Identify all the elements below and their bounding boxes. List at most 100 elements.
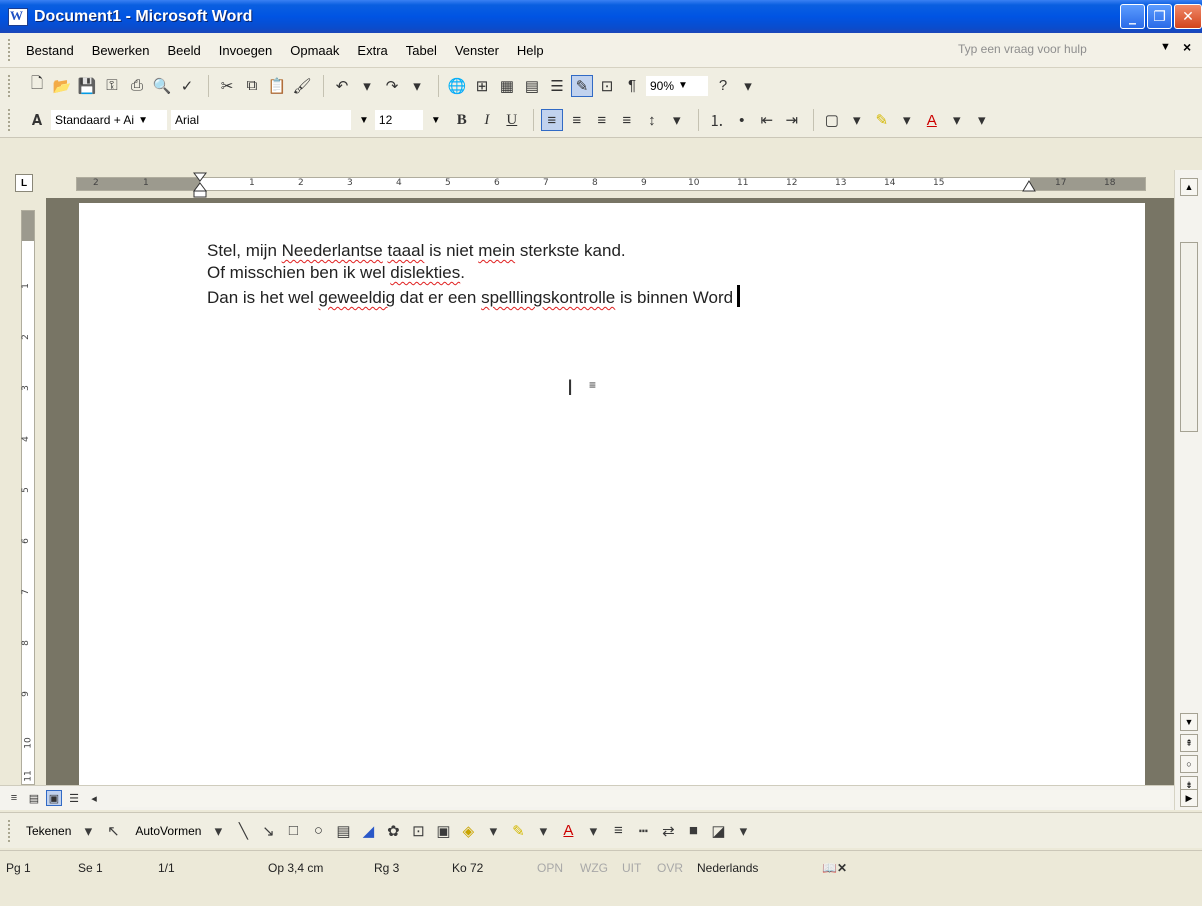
vertical-ruler[interactable]: 1 2 3 4 5 6 7 8 9 10 11	[21, 210, 35, 785]
align-right-icon[interactable]: ≡	[591, 109, 613, 131]
hyperlink-icon[interactable]: 🌐	[446, 75, 468, 97]
chevron-down-icon[interactable]: ▼	[359, 115, 369, 126]
font-combo[interactable]: Arial	[171, 110, 351, 130]
spelling-error[interactable]: geweeldig	[319, 288, 396, 307]
toolbar-options-icon[interactable]: ▾	[732, 820, 754, 842]
minimize-button[interactable]: _	[1120, 4, 1145, 29]
indent-marker-icon[interactable]	[193, 172, 207, 198]
drawing-toggle-icon[interactable]: ✎	[571, 74, 593, 97]
styles-pane-icon[interactable]: 𝐀	[26, 109, 48, 131]
border-icon[interactable]: ▢	[821, 109, 843, 131]
toolbar-grip[interactable]	[8, 109, 12, 131]
bullets-icon[interactable]: •	[731, 109, 753, 131]
fill-color-icon[interactable]: ◈	[457, 820, 479, 842]
tab-selector-button[interactable]: L	[15, 174, 33, 192]
status-language[interactable]: Nederlands	[697, 861, 758, 875]
line-spacing-dropdown-icon[interactable]: ▾	[666, 109, 688, 131]
diagram-icon[interactable]: ✿	[382, 820, 404, 842]
format-painter-icon[interactable]: 🖌	[291, 75, 313, 97]
align-left-icon[interactable]: ≡	[540, 109, 563, 131]
menu-bewerken[interactable]: Bewerken	[92, 43, 150, 58]
chevron-down-icon[interactable]: ▼	[138, 115, 148, 126]
previous-page-icon[interactable]: ⇞	[1180, 734, 1198, 752]
chevron-down-icon[interactable]: ▼	[431, 115, 441, 126]
font-color-icon[interactable]: A	[557, 820, 579, 842]
undo-icon[interactable]: ↶	[331, 75, 353, 97]
insert-table-icon[interactable]: ▦	[496, 75, 518, 97]
font-size-combo[interactable]: 12	[374, 110, 423, 130]
fill-color-dropdown-icon[interactable]: ▾	[482, 820, 504, 842]
draw-menu-button[interactable]: Tekenen	[26, 824, 71, 838]
permission-icon[interactable]: ⚿	[101, 75, 123, 97]
scroll-right-icon[interactable]: ▶	[1180, 789, 1198, 807]
document-page[interactable]: Stel, mijn Neederlantse taaal is niet me…	[79, 203, 1145, 785]
oval-icon[interactable]: ○	[307, 820, 329, 842]
undo-dropdown-icon[interactable]: ▾	[356, 75, 378, 97]
shadow-style-icon[interactable]: ■	[682, 820, 704, 842]
autoshapes-button[interactable]: AutoVormen	[135, 824, 201, 838]
menu-help[interactable]: Help	[517, 43, 544, 58]
menu-venster[interactable]: Venster	[455, 43, 499, 58]
print-layout-icon[interactable]: ▣	[46, 790, 62, 806]
draw-menu-dropdown-icon[interactable]: ▾	[77, 820, 99, 842]
font-color-icon[interactable]: A	[921, 109, 943, 131]
horizontal-ruler[interactable]: 2 1 1 2 3 4 5 6 7 8 9 10 11 12 13 14 15 …	[76, 172, 1146, 198]
scroll-down-icon[interactable]: ▼	[1180, 713, 1198, 731]
right-indent-marker-icon[interactable]	[1022, 180, 1036, 192]
spelling-error[interactable]: mein	[478, 241, 515, 260]
insert-excel-icon[interactable]: ▤	[521, 75, 543, 97]
spelling-error[interactable]: spelllingskontrolle	[481, 288, 615, 307]
spelling-status-icon[interactable]: 📖✕	[822, 861, 847, 875]
select-objects-icon[interactable]: ↖	[102, 820, 124, 842]
columns-icon[interactable]: ☰	[546, 75, 568, 97]
picture-icon[interactable]: ▣	[432, 820, 454, 842]
help-icon[interactable]: ?	[712, 75, 734, 97]
zoom-combo[interactable]: 90% ▼	[646, 75, 708, 96]
highlight-icon[interactable]: ✎	[871, 109, 893, 131]
line-color-icon[interactable]: ✎	[507, 820, 529, 842]
toolbar-options-icon[interactable]: ▾	[971, 109, 993, 131]
show-hide-icon[interactable]: ¶	[621, 75, 643, 97]
menu-extra[interactable]: Extra	[357, 43, 387, 58]
textbox-icon[interactable]: ▤	[332, 820, 354, 842]
line-style-icon[interactable]: ≡	[607, 820, 629, 842]
status-track-changes[interactable]: WZG	[580, 861, 608, 875]
document-line-3[interactable]: Dan is het wel geweeldig dat er een spel…	[207, 285, 741, 308]
document-line-1[interactable]: Stel, mijn Neederlantse taaal is niet me…	[207, 241, 626, 261]
italic-icon[interactable]: I	[476, 109, 498, 131]
print-preview-icon[interactable]: 🔍	[151, 75, 173, 97]
arrow-icon[interactable]: ↘	[257, 820, 279, 842]
vertical-scrollbar[interactable]: ▲ ▼ ⇞ ○ ⇟ ▶	[1174, 170, 1202, 810]
menu-tabel[interactable]: Tabel	[406, 43, 437, 58]
toolbar-grip[interactable]	[8, 819, 12, 842]
paste-icon[interactable]: 📋	[266, 75, 288, 97]
border-dropdown-icon[interactable]: ▾	[846, 109, 868, 131]
scroll-up-icon[interactable]: ▲	[1180, 178, 1198, 196]
help-search-input[interactable]: Typ een vraag voor hulp	[958, 39, 1148, 59]
autoshapes-dropdown-icon[interactable]: ▾	[207, 820, 229, 842]
spelling-error[interactable]: dislekties	[390, 263, 460, 282]
arrow-style-icon[interactable]: ⇄	[657, 820, 679, 842]
word-app-icon[interactable]	[8, 7, 28, 26]
copy-icon[interactable]: ⧉	[241, 75, 263, 97]
dash-style-icon[interactable]: ┅	[632, 820, 654, 842]
normal-view-icon[interactable]: ≡	[6, 790, 22, 806]
wordart-icon[interactable]: ◢	[357, 820, 379, 842]
increase-indent-icon[interactable]: ⇥	[781, 109, 803, 131]
rectangle-icon[interactable]: □	[282, 820, 304, 842]
web-layout-icon[interactable]: ▤	[26, 790, 42, 806]
highlight-dropdown-icon[interactable]: ▾	[896, 109, 918, 131]
status-record-macro[interactable]: OPN	[537, 861, 563, 875]
spelling-icon[interactable]: ✓	[176, 75, 198, 97]
font-color-dropdown-icon[interactable]: ▾	[946, 109, 968, 131]
horizontal-scrollbar[interactable]	[120, 790, 1170, 807]
style-combo[interactable]: Standaard + Ai ▼	[51, 110, 167, 130]
spelling-error[interactable]: Neederlantse	[282, 241, 383, 260]
save-icon[interactable]: 💾	[76, 75, 98, 97]
new-document-icon[interactable]: 🗋	[26, 75, 48, 97]
reading-layout-icon[interactable]: ◂	[86, 790, 102, 806]
document-map-icon[interactable]: ⊡	[596, 75, 618, 97]
underline-icon[interactable]: U	[501, 109, 523, 131]
browse-object-icon[interactable]: ○	[1180, 755, 1198, 773]
outline-view-icon[interactable]: ☰	[66, 790, 82, 806]
